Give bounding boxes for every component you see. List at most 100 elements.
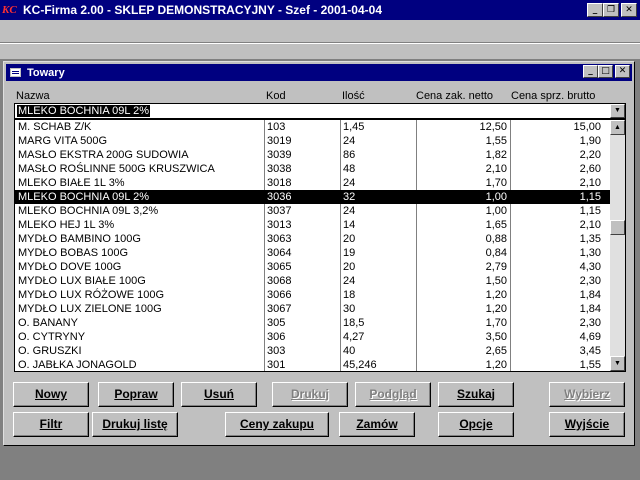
list-item[interactable]: O. CYTRYNY 306 4,27 3,50 4,69 — [15, 330, 611, 344]
cell-name: O. JABŁKA JONAGOLD — [18, 359, 137, 371]
cell-cz: 2,65 — [485, 345, 507, 357]
list-item[interactable]: O. GRUSZKI 303 40 2,65 3,45 — [15, 344, 611, 358]
cell-cs: 4,69 — [579, 331, 601, 343]
app-minimize-button[interactable]: _ — [587, 3, 603, 17]
list-item[interactable]: MASŁO ROŚLINNE 500G KRUSZWICA 3038 48 2,10 2… — [15, 162, 611, 176]
products-list[interactable]: M. SCHAB Z/K 103 1,45 12,50 15,00 MARG VITA 5… — [14, 119, 626, 372]
window-title: Towary — [27, 66, 65, 79]
list-item[interactable]: MYDŁO LUX ZIELONE 100G 3067 30 1,20 1,84 — [15, 302, 611, 316]
scroll-down-icon[interactable]: ▼ — [610, 356, 625, 371]
scroll-up-icon[interactable]: ▲ — [610, 120, 625, 135]
cell-kod: 3038 — [267, 163, 292, 175]
cell-ilosc: 24 — [343, 205, 356, 217]
window-controls: _ □ ✕ — [583, 65, 630, 78]
cell-ilosc: 24 — [343, 135, 356, 147]
cell-cs: 2,10 — [579, 177, 601, 189]
cell-kod: 103 — [267, 121, 286, 133]
cell-ilosc: 30 — [343, 303, 356, 315]
app-restore-button[interactable]: ❐ — [603, 3, 619, 17]
cell-cz: 2,10 — [485, 163, 507, 175]
cell-cz: 1,20 — [485, 303, 507, 315]
cell-kod: 3039 — [267, 149, 292, 161]
window-maximize-button[interactable]: □ — [598, 65, 613, 78]
cell-ilosc: 18 — [343, 289, 356, 301]
cell-name: MLEKO HEJ 1L 3% — [18, 219, 115, 231]
vertical-scrollbar[interactable]: ▲ ▼ — [610, 120, 625, 371]
app-titlebar: KC KC-Firma 2.00 - SKLEP DEMONSTRACYJNY … — [0, 0, 640, 20]
cell-kod: 301 — [267, 359, 286, 371]
list-item[interactable]: M. SCHAB Z/K 103 1,45 12,50 15,00 — [15, 120, 611, 134]
cell-name: MASŁO ROŚLINNE 500G KRUSZWICA — [18, 163, 215, 175]
cell-cs: 2,30 — [579, 275, 601, 287]
scrollbar-thumb[interactable] — [610, 220, 625, 235]
cell-cs: 1,84 — [579, 303, 601, 315]
list-item[interactable]: MLEKO HEJ 1L 3% 3013 14 1,65 2,10 — [15, 218, 611, 232]
list-item[interactable]: MLEKO BOCHNIA 09L 3,2% 3037 24 1,00 1,15 — [15, 204, 611, 218]
list-item[interactable]: MYDŁO DOVE 100G 3065 20 2,79 4,30 — [15, 260, 611, 274]
cell-name: M. SCHAB Z/K — [18, 121, 92, 133]
drukuj-liste-button[interactable]: Drukuj listę — [92, 412, 178, 437]
nowy-button[interactable]: Nowy — [13, 382, 89, 407]
cell-cz: 3,50 — [485, 331, 507, 343]
list-item[interactable]: MASŁO EKSTRA 200G SUDOWIA 3039 86 1,82 2,20 — [15, 148, 611, 162]
usun-button[interactable]: Usuń — [181, 382, 257, 407]
list-item[interactable]: MYDŁO LUX RÓŻOWE 100G 3066 18 1,20 1,84 — [15, 288, 611, 302]
column-header-cena-zak: Cena zak. netto — [416, 90, 494, 102]
cell-kod: 3063 — [267, 233, 292, 245]
cell-name: MYDŁO LUX RÓŻOWE 100G — [18, 289, 165, 301]
filtr-button[interactable]: Filtr — [13, 412, 89, 437]
app-title: KC-Firma 2.00 - SKLEP DEMONSTRACYJNY - S… — [23, 3, 382, 17]
szukaj-button[interactable]: Szukaj — [438, 382, 514, 407]
cell-name: MYDŁO BOBAS 100G — [18, 247, 129, 259]
cell-cz: 1,65 — [485, 219, 507, 231]
column-header-name: Nazwa — [16, 90, 50, 102]
cell-cz: 1,70 — [485, 317, 507, 329]
cell-name: MYDŁO LUX BIAŁE 100G — [18, 275, 146, 287]
zamow-button[interactable]: Zamów — [339, 412, 415, 437]
cell-ilosc: 24 — [343, 177, 356, 189]
list-item[interactable]: O. JABŁKA JONAGOLD 301 45,246 1,20 1,55 — [15, 358, 611, 371]
list-item[interactable]: MYDŁO LUX BIAŁE 100G 3068 24 1,50 2,30 — [15, 274, 611, 288]
cell-ilosc: 20 — [343, 233, 356, 245]
window-minimize-button[interactable]: _ — [583, 65, 598, 78]
cell-name: MLEKO BIAŁE 1L 3% — [18, 177, 125, 189]
app-close-button[interactable]: ✕ — [621, 3, 637, 17]
form-icon — [10, 68, 21, 77]
toolbar-divider — [0, 42, 640, 44]
list-item[interactable]: O. BANANY 305 18,5 1,70 2,30 — [15, 316, 611, 330]
cell-name: MYDŁO LUX ZIELONE 100G — [18, 303, 162, 315]
podglad-button[interactable]: Podgląd — [355, 382, 431, 407]
cell-kod: 3066 — [267, 289, 292, 301]
list-item[interactable]: MARG VITA 500G 3019 24 1,55 1,90 — [15, 134, 611, 148]
list-item[interactable]: MYDŁO BAMBINO 100G 3063 20 0,88 1,35 — [15, 232, 611, 246]
list-item[interactable]: MLEKO BOCHNIA 09L 2% 3036 32 1,00 1,15 — [15, 190, 611, 204]
towary-titlebar[interactable]: Towary _ □ ✕ — [6, 64, 632, 81]
cell-cz: 1,20 — [485, 359, 507, 371]
cell-cz: 1,20 — [485, 289, 507, 301]
cell-cz: 1,00 — [485, 191, 507, 203]
cell-cs: 2,60 — [579, 163, 601, 175]
cell-ilosc: 24 — [343, 275, 356, 287]
ceny-zakupu-button[interactable]: Ceny zakupu — [225, 412, 329, 437]
popraw-button[interactable]: Popraw — [98, 382, 174, 407]
cell-name: O. CYTRYNY — [18, 331, 86, 343]
list-item[interactable]: MYDŁO BOBAS 100G 3064 19 0,84 1,30 — [15, 246, 611, 260]
wybierz-button[interactable]: Wybierz — [549, 382, 625, 407]
wyjscie-button[interactable]: Wyjście — [549, 412, 625, 437]
opcje-button[interactable]: Opcje — [438, 412, 514, 437]
cell-cz: 1,00 — [485, 205, 507, 217]
search-input[interactable]: MLEKO BOCHNIA 09L 2% — [17, 105, 151, 117]
cell-ilosc: 1,45 — [343, 121, 365, 133]
cell-cs: 1,84 — [579, 289, 601, 301]
cell-cs: 1,30 — [579, 247, 601, 259]
cell-cz: 1,50 — [485, 275, 507, 287]
cell-cz: 2,79 — [485, 261, 507, 273]
cell-kod: 3065 — [267, 261, 292, 273]
drukuj-button[interactable]: Drukuj — [272, 382, 348, 407]
list-item[interactable]: MLEKO BIAŁE 1L 3% 3018 24 1,70 2,10 — [15, 176, 611, 190]
app-window-controls: _ ❐ ✕ — [587, 3, 637, 17]
cell-cz: 1,82 — [485, 149, 507, 161]
dropdown-arrow-icon[interactable]: ▼ — [610, 104, 625, 118]
window-close-button[interactable]: ✕ — [615, 65, 630, 78]
search-combo[interactable]: MLEKO BOCHNIA 09L 2% ▼ — [14, 103, 626, 119]
